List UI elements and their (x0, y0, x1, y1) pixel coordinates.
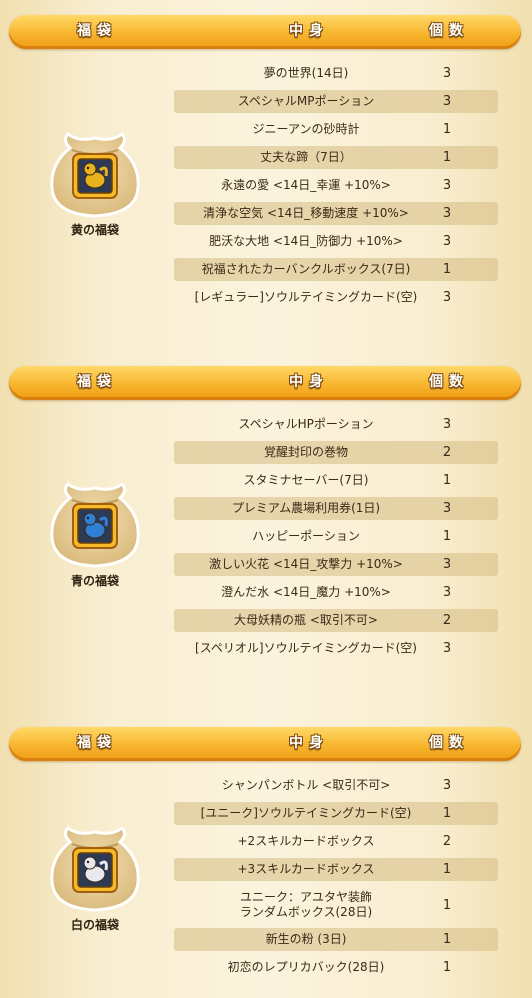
header-count: 個数 (429, 735, 469, 751)
item-count: 3 (442, 94, 452, 109)
item-name: 覚醒封印の巻物 (263, 445, 348, 459)
item-count: 3 (442, 290, 452, 305)
bag-name: 白の福袋 (70, 918, 119, 932)
header-bag: 福袋 (77, 374, 117, 390)
table-header: 福袋 中身 個数 (9, 727, 521, 761)
item-name: シャンパンボトル <取引不可> (221, 778, 391, 792)
item-row: [スペリオル]ソウルテイミングカード(空) 3 (174, 637, 498, 660)
item-count: 1 (442, 473, 452, 488)
item-row: 初恋のレプリカバック(28日) 1 (174, 956, 498, 979)
bag-name: 青の福袋 (70, 574, 119, 588)
item-name: 肥沃な大地 <14日_防御力 +10%> (209, 234, 403, 248)
item-name: 永遠の愛 <14日_幸運 +10%> (221, 178, 391, 192)
item-row: 新生の粉 (3日) 1 (174, 928, 498, 951)
item-row: 清浄な空気 <14日_移動速度 +10%> 3 (174, 202, 498, 225)
item-name: スペシャルMPポーション (237, 94, 375, 108)
item-name: 丈夫な蹄（7日） (260, 150, 352, 164)
item-name: プレミアム農場利用券(1日) (231, 501, 381, 515)
golden-creature-icon (48, 120, 142, 220)
item-count: 1 (442, 150, 452, 165)
item-count: 3 (442, 557, 452, 572)
item-count: 1 (442, 806, 452, 821)
item-count: 3 (442, 66, 452, 81)
item-count: 1 (442, 862, 452, 877)
item-name: [レギュラー]ソウルテイミングカード(空) (194, 290, 418, 304)
item-row: [ユニーク]ソウルテイミングカード(空) 1 (174, 802, 498, 825)
item-count: 1 (442, 932, 452, 947)
table-header: 福袋 中身 個数 (9, 15, 521, 49)
item-row: ジニーアンの砂時計 1 (174, 118, 498, 141)
header-contents: 中身 (289, 735, 329, 751)
header-contents: 中身 (289, 374, 329, 390)
item-count: 3 (442, 417, 452, 432)
item-name: スタミナセーバー(7日) (243, 473, 369, 487)
item-row: シャンパンボトル <取引不可> 3 (174, 774, 498, 797)
item-count: 1 (442, 262, 452, 277)
header-count: 個数 (429, 374, 469, 390)
item-row: 永遠の愛 <14日_幸運 +10%> 3 (174, 174, 498, 197)
pouch-graphic (50, 481, 140, 568)
item-name: 清浄な空気 <14日_移動速度 +10%> (203, 206, 409, 220)
item-name: +2スキルカードボックス (237, 834, 375, 848)
table-header: 福袋 中身 個数 (9, 366, 521, 400)
item-count: 1 (442, 529, 452, 544)
item-name: スペシャルHPポーション (238, 417, 374, 431)
item-row: ユニーク：アユタヤ装飾 ランダムボックス(28日) 1 (174, 886, 498, 924)
white-creature-icon (48, 814, 142, 914)
item-name: ジニーアンの砂時計 (252, 122, 360, 136)
item-name: 夢の世界(14日) (263, 66, 349, 80)
item-row: プレミアム農場利用券(1日) 3 (174, 497, 498, 520)
item-row: 肥沃な大地 <14日_防御力 +10%> 3 (174, 230, 498, 253)
item-count: 1 (442, 897, 452, 913)
item-name: +3スキルカードボックス (237, 862, 375, 876)
item-row: スペシャルMPポーション 3 (174, 90, 498, 113)
item-row: スタミナセーバー(7日) 1 (174, 469, 498, 492)
item-name: 新生の粉 (3日) (265, 932, 347, 946)
item-count: 3 (442, 178, 452, 193)
item-count: 3 (442, 585, 452, 600)
blue-creature-icon (48, 470, 142, 570)
item-count: 1 (442, 122, 452, 137)
item-name: 初恋のレプリカバック(28日) (227, 960, 385, 974)
item-count: 1 (442, 960, 452, 975)
item-name: 澄んだ水 <14日_魔力 +10%> (221, 585, 391, 599)
item-count: 2 (442, 834, 452, 849)
item-row: +3スキルカードボックス 1 (174, 858, 498, 881)
item-name: 祝福されたカーバンクルボックス(7日) (201, 262, 411, 276)
pouch-graphic (50, 131, 140, 218)
header-bag: 福袋 (77, 735, 117, 751)
header-contents: 中身 (289, 23, 329, 39)
item-row: 覚醒封印の巻物 2 (174, 441, 498, 464)
header-bag: 福袋 (77, 23, 117, 39)
item-count: 3 (442, 641, 452, 656)
item-name: 大母妖精の瓶 <取引不可> (234, 613, 378, 627)
item-name: ハッピーポーション (252, 529, 360, 543)
item-row: 激しい火花 <14日_攻撃力 +10%> 3 (174, 553, 498, 576)
item-row: 丈夫な蹄（7日） 1 (174, 146, 498, 169)
item-count: 3 (442, 501, 452, 516)
item-name: [ユニーク]ソウルテイミングカード(空) (200, 806, 412, 820)
bag-name: 黄の福袋 (70, 223, 119, 237)
pouch-graphic (50, 825, 140, 912)
item-name: ユニーク：アユタヤ装飾 ランダムボックス(28日) (239, 890, 373, 919)
header-count: 個数 (429, 23, 469, 39)
item-name: 激しい火花 <14日_攻撃力 +10%> (209, 557, 403, 571)
item-count: 2 (442, 445, 452, 460)
item-count: 3 (442, 778, 452, 793)
item-row: スペシャルHPポーション 3 (174, 413, 498, 436)
item-row: ハッピーポーション 1 (174, 525, 498, 548)
item-row: 夢の世界(14日) 3 (174, 62, 498, 85)
item-count: 3 (442, 206, 452, 221)
item-count: 3 (442, 234, 452, 249)
item-name: [スペリオル]ソウルテイミングカード(空) (195, 641, 417, 655)
item-row: [レギュラー]ソウルテイミングカード(空) 3 (174, 286, 498, 309)
item-row: +2スキルカードボックス 2 (174, 830, 498, 853)
item-row: 澄んだ水 <14日_魔力 +10%> 3 (174, 581, 498, 604)
item-row: 大母妖精の瓶 <取引不可> 2 (174, 609, 498, 632)
item-row: 祝福されたカーバンクルボックス(7日) 1 (174, 258, 498, 281)
item-count: 2 (442, 613, 452, 628)
